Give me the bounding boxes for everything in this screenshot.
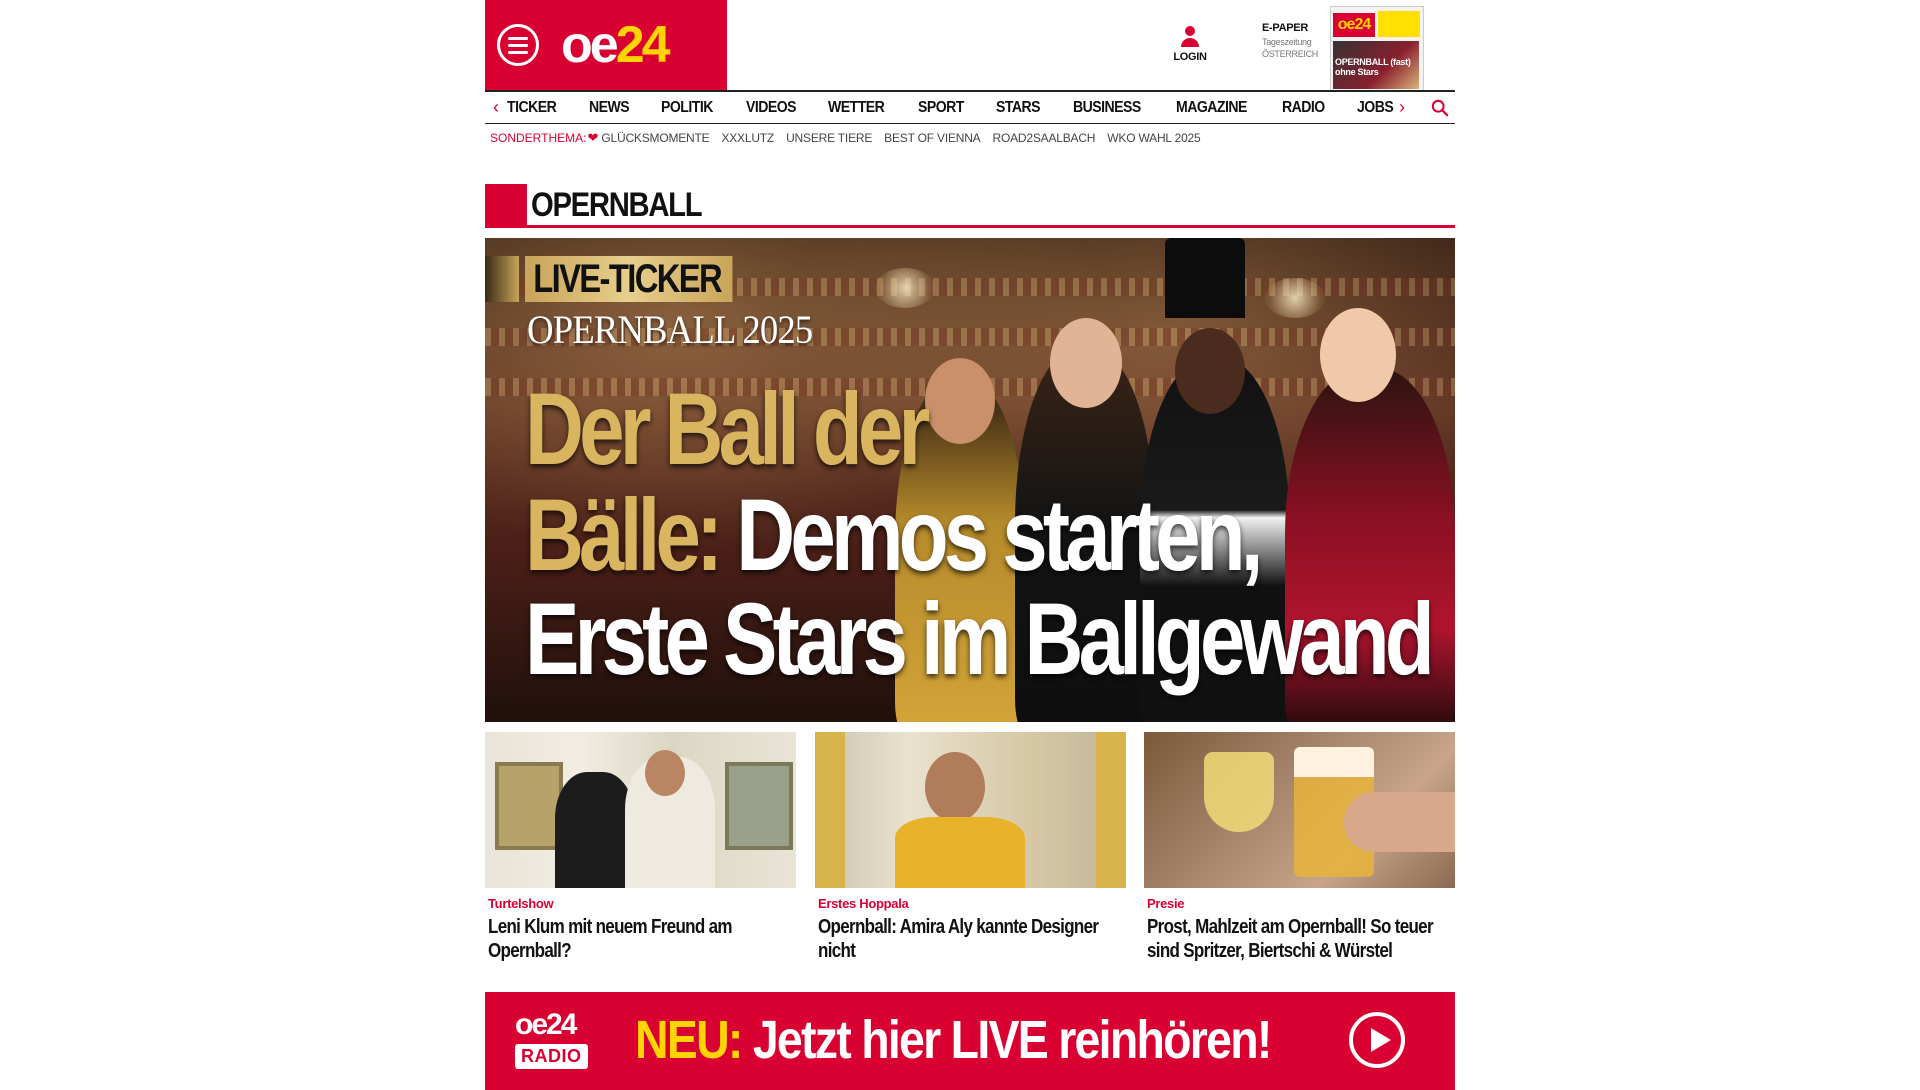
logo-text-24: 24 [615,16,671,74]
logo-block: oe24 [485,0,727,90]
subnav-item-gluecksmomente[interactable]: GLÜCKSMOMENTE [601,131,709,145]
nav-item-ticker[interactable]: TICKER [507,99,557,117]
heart-icon: ❤ [587,130,599,145]
top-hat [1165,238,1245,318]
hero-headline-line1: Der Ball der [525,372,930,486]
topic-subnav: SONDERTHEMA: ❤ GLÜCKSMOMENTE XXXLUTZ UNS… [485,124,1455,152]
teaser-headline[interactable]: Opernball: Amira Aly kannte Designer nic… [818,915,1124,963]
section-header: OPERNBALL [485,184,1455,230]
radio-logo-sub: RADIO [515,1044,588,1069]
search-icon[interactable] [1431,99,1449,117]
teaser-kicker: Turtelshow [488,896,554,911]
login-button[interactable]: LOGIN [1165,26,1215,63]
hero-headline-line3: Erste Stars im Ballgewand [525,582,1435,696]
site-header: oe24 LOGIN E-PAPER Tageszeitung ÖSTERREI… [485,0,1455,92]
teaser-card[interactable]: Turtelshow Leni Klum mit neuem Freund am… [485,732,796,963]
teaser-image [485,732,796,888]
radio-banner-text: NEU: Jetzt hier LIVE reinhören! [635,1010,1273,1070]
chandelier [1265,278,1325,318]
nav-item-wetter[interactable]: WETTER [828,99,885,117]
teaser-image [1144,732,1455,888]
play-icon[interactable] [1349,1012,1405,1068]
radio-banner-cta: Jetzt hier LIVE reinhören! [741,1010,1273,1070]
radio-logo: oe24 RADIO [515,1010,607,1076]
epaper-title: E-PAPER [1262,22,1308,34]
nav-item-news[interactable]: NEWS [589,99,630,117]
site-logo[interactable]: oe24 [561,16,671,74]
section-marker [485,184,527,228]
page: oe24 LOGIN E-PAPER Tageszeitung ÖSTERREI… [485,0,1455,1090]
nav-item-radio[interactable]: RADIO [1282,99,1325,117]
hamburger-menu-icon[interactable] [497,24,539,66]
radio-banner-highlight: NEU: [635,1010,743,1070]
hero-subtitle: OPERNBALL 2025 [527,307,813,352]
epaper-cover-logo: oe24 [1333,13,1375,37]
subnav-item-xxxlutz[interactable]: XXXLUTZ [721,131,774,145]
radio-banner[interactable]: oe24 RADIO NEU: Jetzt hier LIVE reinhöre… [485,992,1455,1090]
hero-headline-line2: Bälle: Demos starten, [525,478,1263,592]
teaser-card[interactable]: Erstes Hoppala Opernball: Amira Aly kann… [815,732,1126,963]
teaser-card[interactable]: Presie Prost, Mahlzeit am Opernball! So … [1144,732,1455,963]
epaper-publication: ÖSTERREICH [1262,49,1319,59]
login-label: LOGIN [1173,51,1207,63]
live-ticker-badge: LIVE-TICKER [525,256,733,302]
nav-item-stars[interactable]: STARS [996,99,1041,117]
nav-item-videos[interactable]: VIDEOS [746,99,797,117]
epaper-cover-thumbnail[interactable]: oe24 OPERNBALL (fast) ohne Stars [1330,6,1424,92]
radio-logo-text: oe24 [515,1008,577,1041]
chandelier [875,268,935,308]
nav-item-jobs[interactable]: JOBS [1357,99,1394,117]
section-divider [527,225,1455,228]
chevron-left-icon[interactable]: ‹ [485,97,507,118]
nav-item-magazine[interactable]: MAGAZINE [1176,99,1247,117]
teaser-headline[interactable]: Leni Klum mit neuem Freund am Opernball? [488,915,794,963]
user-icon [1180,26,1200,48]
subnav-item-best-of-vienna[interactable]: BEST OF VIENNA [884,131,981,145]
epaper-link[interactable]: E-PAPER Tageszeitung ÖSTERREICH [1262,22,1332,59]
chevron-right-icon[interactable]: › [1391,97,1413,118]
nav-items: TICKER NEWS POLITIK VIDEOS WETTER SPORT … [507,99,1424,117]
teaser-row: Turtelshow Leni Klum mit neuem Freund am… [485,732,1455,972]
nav-item-sport[interactable]: SPORT [918,99,964,117]
hero-article[interactable]: LIVE-TICKER OPERNBALL 2025 Der Ball der … [485,238,1455,722]
nav-item-business[interactable]: BUSINESS [1073,99,1141,117]
teaser-image [815,732,1126,888]
epaper-cover-headline: OPERNBALL (fast) ohne Stars [1335,57,1411,77]
main-nav: ‹ TICKER NEWS POLITIK VIDEOS WETTER SPOR… [485,90,1455,124]
subnav-item-wko-wahl[interactable]: WKO WAHL 2025 [1107,131,1200,145]
nav-item-politik[interactable]: POLITIK [661,99,713,117]
teaser-headline[interactable]: Prost, Mahlzeit am Opernball! So teuer s… [1147,915,1453,963]
subnav-item-road2saalbach[interactable]: ROAD2SAALBACH [993,131,1096,145]
logo-text-oe: oe [561,16,619,74]
section-title[interactable]: OPERNBALL [531,186,703,225]
epaper-subtitle: Tageszeitung [1262,37,1312,47]
subnav-label: SONDERTHEMA: [490,131,587,145]
subnav-item-unsere-tiere[interactable]: UNSERE TIERE [786,131,872,145]
teaser-kicker: Erstes Hoppala [818,896,909,911]
teaser-kicker: Presie [1147,896,1185,911]
